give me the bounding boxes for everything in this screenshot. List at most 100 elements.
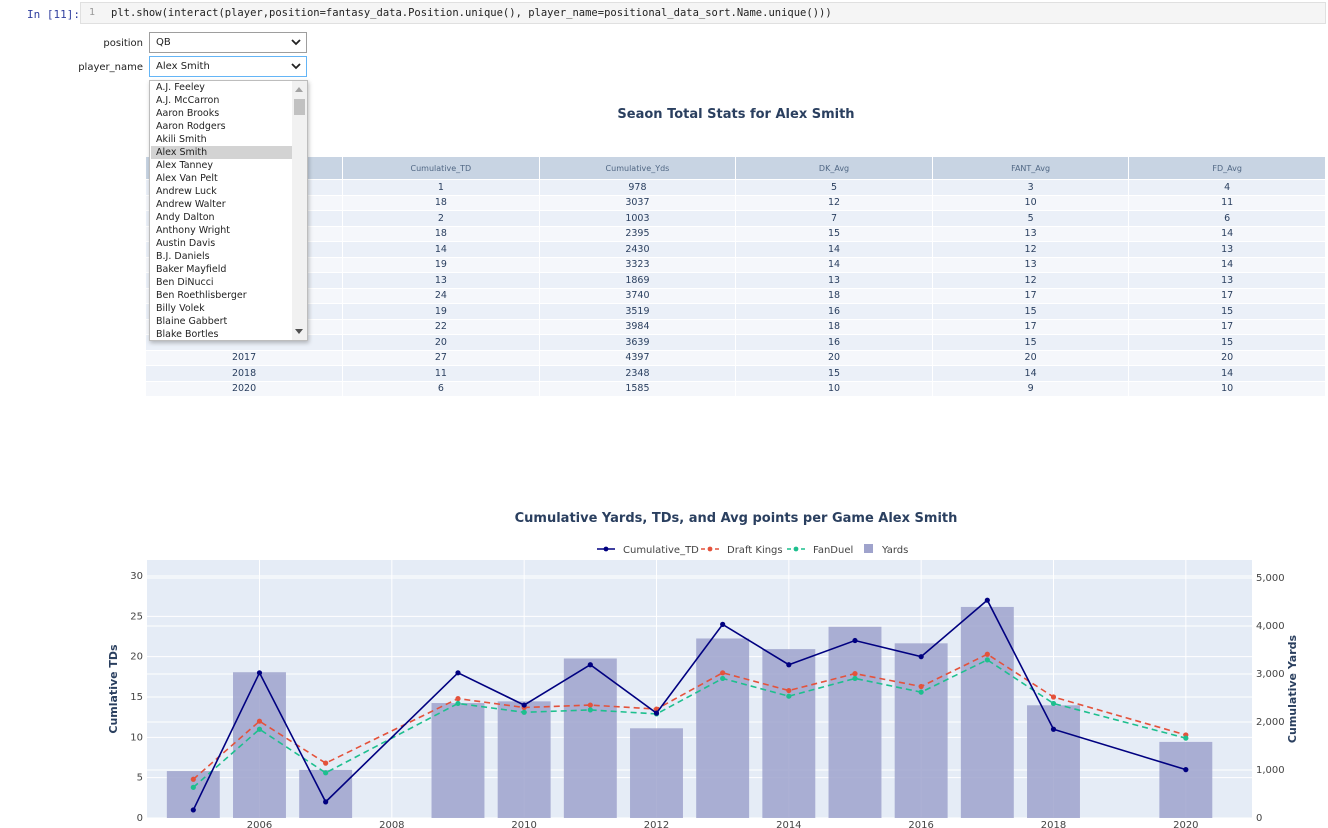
table-cell: 15 <box>1128 334 1326 351</box>
fanduel-point <box>786 693 792 699</box>
table-cell: 20 <box>342 334 540 351</box>
table-cell: 3639 <box>539 334 737 351</box>
x-tick: 2012 <box>644 820 669 828</box>
y-tick-left: 25 <box>130 611 143 622</box>
table-cell: 3519 <box>539 303 737 320</box>
player-name-select[interactable]: Alex Smith <box>149 56 307 77</box>
table-cell: 11 <box>342 365 540 382</box>
dropdown-option[interactable]: A.J. McCarron <box>151 94 296 107</box>
cumulative-td-point <box>587 662 593 668</box>
dropdown-option[interactable]: Baker Mayfield <box>151 263 296 276</box>
dropdown-option[interactable]: Alex Tanney <box>151 159 296 172</box>
code-cell[interactable]: 1 plt.show(interact(player,position=fant… <box>80 2 1326 24</box>
table-cell: 27 <box>342 350 540 366</box>
draft-kings-point <box>918 683 924 690</box>
table-body: 1 978 5 3 4 18 3037 12 10 11 2 1003 7 5 6 18 2395 15 13 14 1… <box>146 179 1326 397</box>
draft-kings-point <box>256 718 263 724</box>
table-cell: 1869 <box>539 272 737 289</box>
table-cell: 15 <box>735 365 933 382</box>
table-row: 19 3323 14 13 14 <box>146 257 1326 273</box>
dropdown-scrollbar[interactable] <box>292 81 307 340</box>
yards-bar <box>630 728 683 818</box>
dropdown-option[interactable]: Aaron Rodgers <box>151 120 296 133</box>
table-cell: 4397 <box>539 350 737 366</box>
table-row: 2018 11 2348 15 14 14 <box>146 365 1326 382</box>
dropdown-option[interactable]: Ben DiNucci <box>151 276 296 289</box>
draft-kings-point <box>720 670 726 676</box>
table-row: 24 3740 18 17 17 <box>146 288 1326 304</box>
scroll-thumb[interactable] <box>294 99 305 115</box>
cumulative-td-point <box>918 654 924 660</box>
y-tick-right: 2,000 <box>1256 717 1285 728</box>
cumulative-td-point <box>1183 767 1189 773</box>
table-cell: 19 <box>342 257 540 273</box>
table-cell: 13 <box>932 257 1130 273</box>
chevron-down-icon <box>291 63 301 70</box>
dropdown-option[interactable]: Alex Smith <box>151 146 296 159</box>
player-name-label: player_name <box>78 62 143 73</box>
table-cell: 3740 <box>539 288 737 304</box>
code-text: plt.show(interact(player,position=fantas… <box>111 7 832 19</box>
draft-kings-point <box>852 671 858 677</box>
yards-bar <box>696 638 750 818</box>
cumulative-td-point <box>323 799 329 805</box>
table-cell: 2018 <box>146 365 344 382</box>
dropdown-option[interactable]: Austin Davis <box>151 237 296 250</box>
dropdown-option[interactable]: Andrew Walter <box>151 198 296 211</box>
yards-bar <box>1159 741 1213 818</box>
table-cell: 10 <box>932 195 1130 211</box>
table-cell: 2395 <box>539 226 737 242</box>
dropdown-option[interactable]: Akili Smith <box>151 133 296 146</box>
table-cell: 13 <box>1128 241 1326 258</box>
table-cell: 2 <box>342 210 540 227</box>
dropdown-option[interactable]: Alex Van Pelt <box>151 172 296 185</box>
fanduel-point <box>852 675 858 682</box>
dropdown-option[interactable]: Andrew Luck <box>151 185 296 198</box>
dropdown-option[interactable]: Anthony Wright <box>151 224 296 237</box>
table-cell: 6 <box>1128 210 1326 227</box>
table-cell: 3323 <box>539 257 737 273</box>
table-header-cell: FANT_Avg <box>932 157 1130 180</box>
chart-title: Cumulative Yards, TDs, and Avg points pe… <box>515 511 958 526</box>
draft-kings-point <box>190 776 196 782</box>
y-tick-right: 0 <box>1256 813 1262 824</box>
table-header-cell: FD_Avg <box>1128 157 1326 180</box>
table-row: 18 3037 12 10 11 <box>146 195 1326 211</box>
table-row: 2020 6 1585 10 9 10 <box>146 381 1326 397</box>
yards-bar <box>299 769 353 818</box>
table-cell: 24 <box>342 288 540 304</box>
table-cell: 13 <box>342 272 540 289</box>
table-cell: 12 <box>932 272 1130 289</box>
y-tick-right: 5,000 <box>1256 573 1285 584</box>
legend-label: Yards <box>881 545 908 556</box>
position-select[interactable]: QB <box>149 32 307 53</box>
table-cell: 2430 <box>539 241 737 258</box>
scroll-up-icon[interactable] <box>295 87 303 92</box>
yards-bar <box>497 701 551 818</box>
dropdown-option[interactable]: B.J. Daniels <box>151 250 296 263</box>
dropdown-option[interactable]: Andy Dalton <box>151 211 296 224</box>
fanduel-point <box>256 726 263 732</box>
y-tick-left: 5 <box>137 773 143 784</box>
table-cell: 14 <box>735 241 933 258</box>
table-cell: 16 <box>735 334 933 351</box>
cumulative-td-point <box>852 637 858 644</box>
table-cell: 12 <box>735 195 933 211</box>
dropdown-option[interactable]: A.J. Feeley <box>151 81 296 94</box>
scroll-down-icon[interactable] <box>295 329 303 334</box>
table-row: 2 1003 7 5 6 <box>146 210 1326 227</box>
y-tick-right: 4,000 <box>1256 621 1285 632</box>
position-value: QB <box>156 37 171 48</box>
dropdown-option[interactable]: Blaine Gabbert <box>151 315 296 328</box>
dropdown-option[interactable]: Blake Bortles <box>151 328 296 340</box>
fanduel-point <box>323 770 329 776</box>
dropdown-option[interactable]: Billy Volek <box>151 302 296 315</box>
dropdown-option[interactable]: Aaron Brooks <box>151 107 296 120</box>
table-cell: 1003 <box>539 210 737 227</box>
table-cell: 20 <box>932 350 1130 366</box>
player-dropdown-list[interactable]: Blake Bortles Blaine Gabbert Billy Volek Be… <box>149 80 308 341</box>
table-header-row: Cumulative_TD Cumulative_Yds DK_Avg FANT_Av… <box>146 157 1326 180</box>
x-tick: 2018 <box>1041 820 1066 828</box>
dropdown-option[interactable]: Ben Roethlisberger <box>151 289 296 302</box>
table-cell: 17 <box>1128 319 1326 335</box>
